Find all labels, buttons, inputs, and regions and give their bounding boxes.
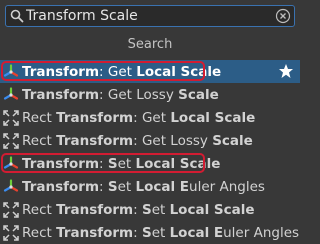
result-label-part: Rect xyxy=(22,201,57,218)
result-label: Rect Transform: Set Local Euler Angles xyxy=(22,225,299,241)
result-label-part: et xyxy=(151,201,170,218)
result-label-part: Transform xyxy=(56,224,134,241)
result-item[interactable]: Rect Transform: Get Local Scale xyxy=(0,106,300,129)
clear-search-button[interactable] xyxy=(275,8,291,24)
result-label-part: Transform xyxy=(56,132,134,149)
result-label: Rect Transform: Get Lossy Scale xyxy=(22,133,253,149)
results-list: Transform: Get Local Scale Transform: Get… xyxy=(0,60,300,244)
result-label-part: Local Scale xyxy=(170,109,256,126)
result-label-part: Local E xyxy=(135,178,190,195)
result-label: Transform: Get Lossy Scale xyxy=(22,87,219,103)
transform-icon xyxy=(3,86,19,100)
result-label: Transform: Set Local Scale xyxy=(22,156,220,172)
result-item[interactable]: Transform: Set Local Scale xyxy=(0,152,300,175)
result-label-part: Scale xyxy=(212,132,253,149)
result-label-part: S xyxy=(141,201,152,218)
star-icon[interactable] xyxy=(278,63,294,79)
result-label-part: Rect xyxy=(22,224,57,241)
result-label-part: Local E xyxy=(169,224,224,241)
result-label-part: Transform xyxy=(22,155,100,172)
result-label-part: Scale xyxy=(178,86,219,103)
result-label-part: : xyxy=(133,224,142,241)
result-label-part: Local Scale xyxy=(136,63,222,80)
rect-transform-icon xyxy=(3,201,19,218)
result-label-part: : xyxy=(133,201,142,218)
result-label-part: Transform xyxy=(22,178,100,195)
result-label-part: et xyxy=(151,224,170,241)
result-item[interactable]: Transform: Get Lossy Scale xyxy=(0,83,300,106)
result-label-part: S xyxy=(107,178,118,195)
transform-icon xyxy=(3,63,19,77)
result-label: Transform: Set Local Euler Angles xyxy=(22,179,265,195)
result-label-part: : Get Lossy xyxy=(133,132,213,149)
result-label-part: et xyxy=(117,155,136,172)
result-label-part: Transform xyxy=(56,201,134,218)
result-label-part: : xyxy=(99,178,108,195)
result-label-part: Local Scale xyxy=(135,155,221,172)
result-label-part: Rect xyxy=(22,132,57,149)
result-label-part: S xyxy=(141,224,152,241)
search-icon xyxy=(10,9,24,23)
result-label: Rect Transform: Set Local Scale xyxy=(22,202,255,218)
search-input[interactable] xyxy=(26,6,266,26)
result-item[interactable]: Rect Transform: Get Lossy Scale xyxy=(0,129,300,152)
result-label-part: et xyxy=(117,178,136,195)
transform-icon xyxy=(3,155,19,169)
result-label-part: Transform xyxy=(56,109,134,126)
result-label: Rect Transform: Get Local Scale xyxy=(22,110,255,126)
result-label-part: : Get xyxy=(133,109,171,126)
result-label-part: uler Angles xyxy=(189,178,265,195)
result-item[interactable]: Transform: Set Local Euler Angles xyxy=(0,175,300,198)
result-label-part: : Get Lossy xyxy=(99,86,179,103)
result-item[interactable]: Rect Transform: Set Local Scale xyxy=(0,198,300,221)
result-label-part: Transform xyxy=(22,63,100,80)
result-label-part: Local Scale xyxy=(169,201,255,218)
transform-icon xyxy=(3,178,19,192)
result-label: Transform: Get Local Scale xyxy=(22,64,221,80)
result-label-part: : xyxy=(99,155,108,172)
result-label-part: : Get xyxy=(99,63,137,80)
search-bar xyxy=(5,5,295,27)
clear-icon xyxy=(275,8,291,24)
result-label-part: uler Angles xyxy=(223,224,300,241)
result-label-part: Transform xyxy=(22,86,100,103)
rect-transform-icon xyxy=(3,224,19,241)
result-label-part: S xyxy=(107,155,118,172)
rect-transform-icon xyxy=(3,109,19,126)
result-item[interactable]: Transform: Get Local Scale xyxy=(0,60,300,83)
result-label-part: Rect xyxy=(22,109,57,126)
rect-transform-icon xyxy=(3,132,19,149)
section-header: Search xyxy=(127,37,173,52)
